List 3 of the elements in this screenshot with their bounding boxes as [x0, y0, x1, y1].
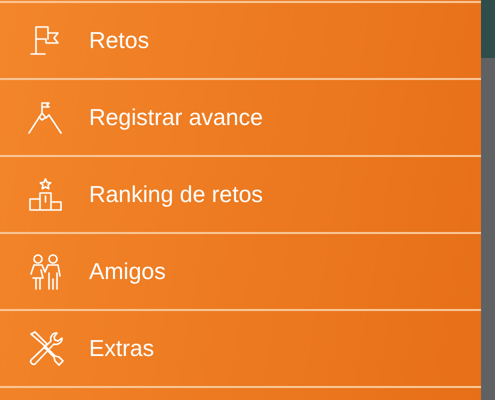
mountain-flag-icon	[26, 100, 64, 136]
podium-star-icon	[28, 176, 64, 212]
app-bar-edge	[481, 0, 495, 58]
